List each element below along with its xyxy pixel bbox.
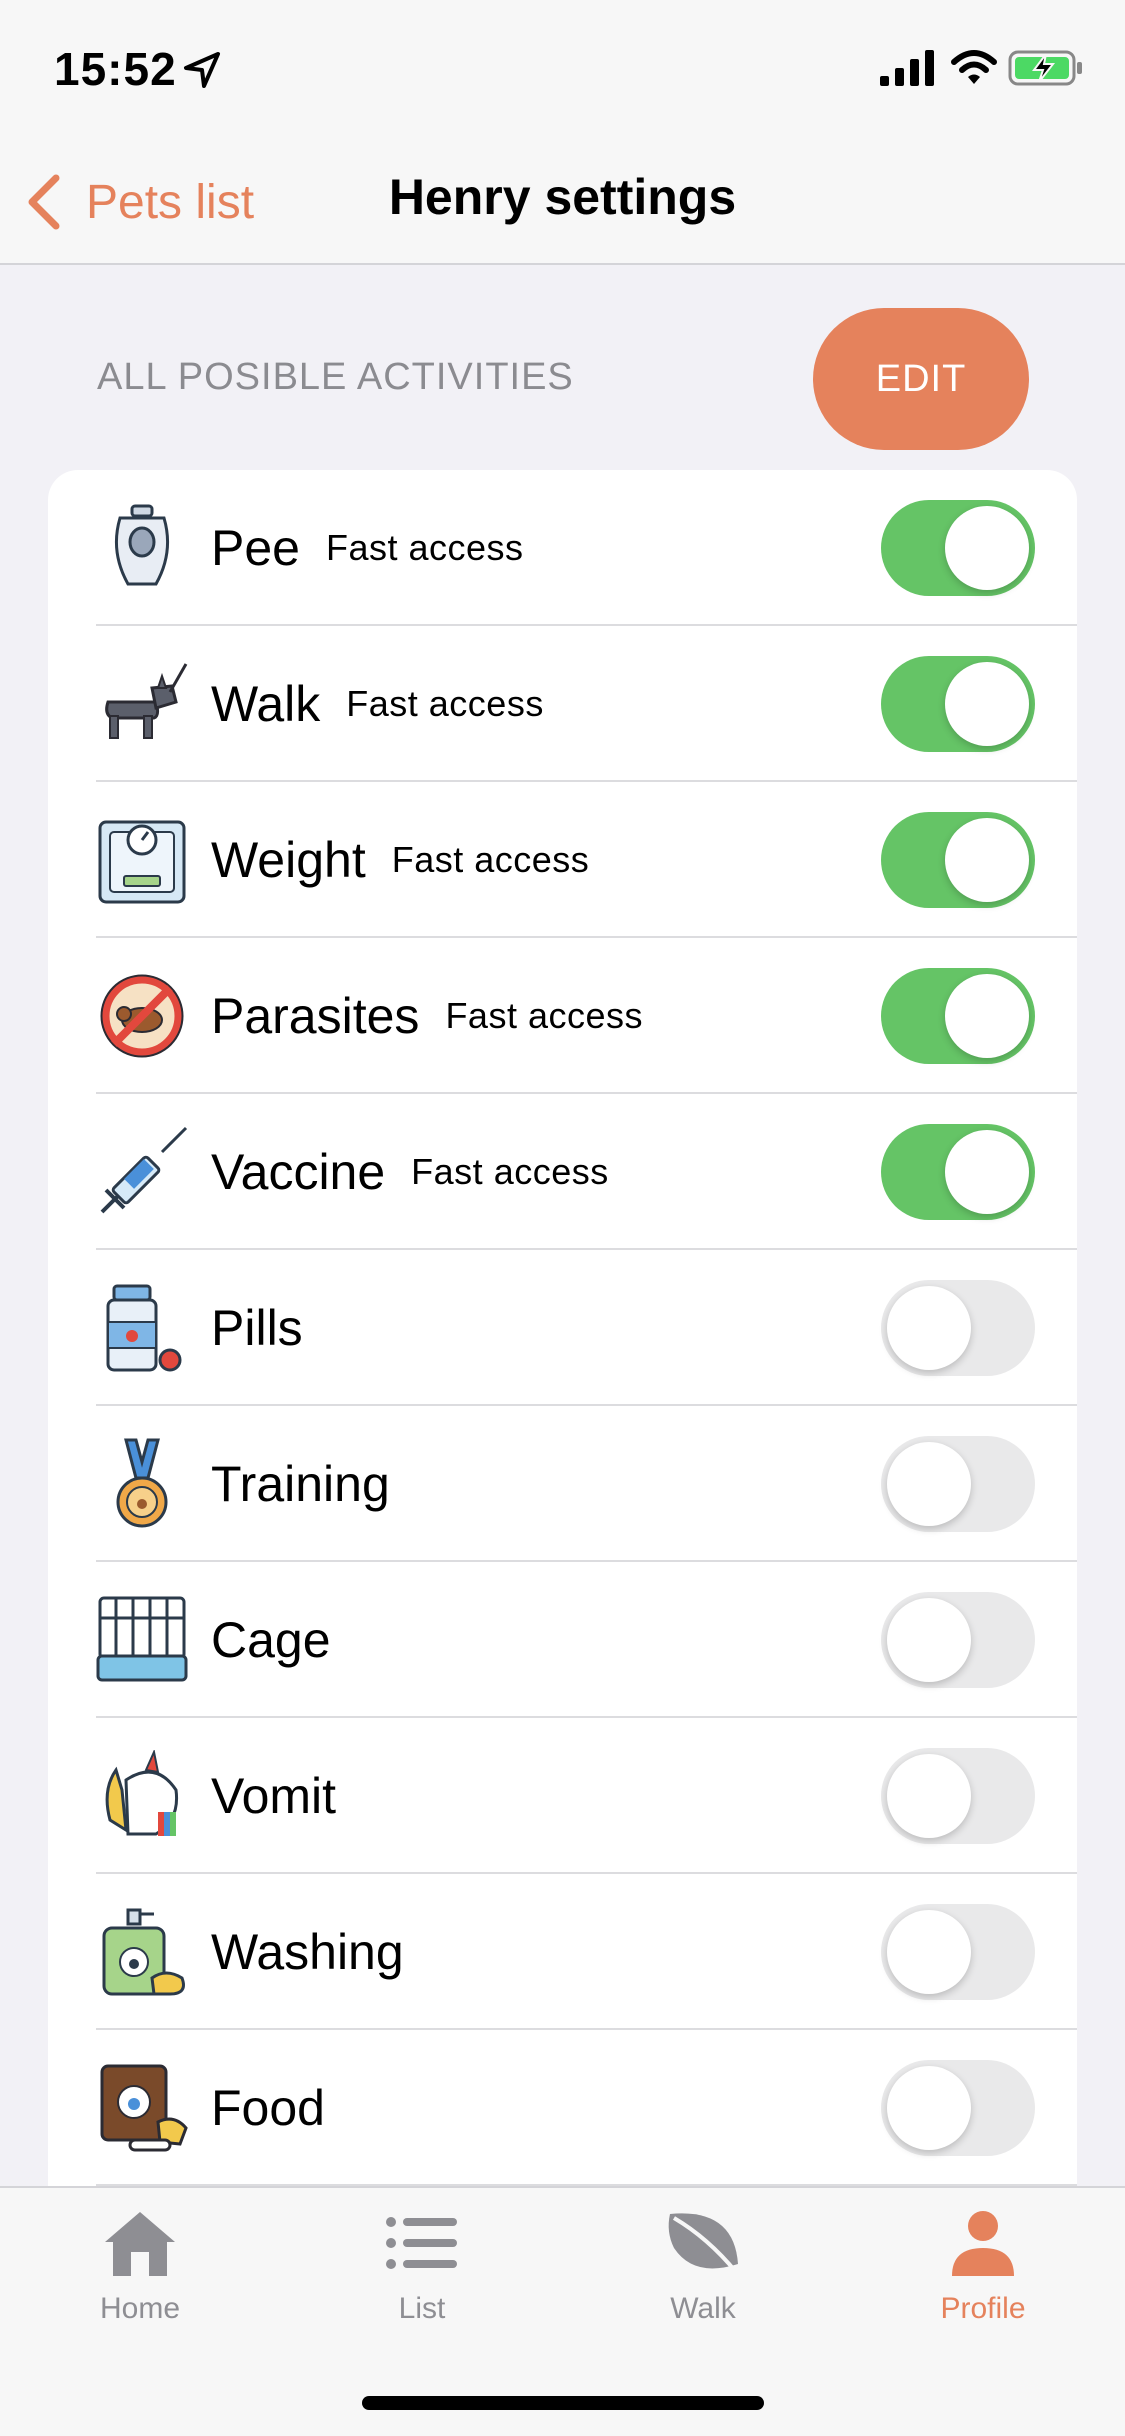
scale-icon xyxy=(98,820,186,904)
unicorn-vomit-icon xyxy=(105,1750,179,1836)
tab-label: Home xyxy=(99,2292,181,2325)
list-item: Pills xyxy=(48,1250,1077,1406)
activity-label: Vaccine xyxy=(211,1144,386,1200)
activity-label: Pills xyxy=(211,1300,303,1356)
toggle-knob xyxy=(887,1754,971,1838)
activity-toggle[interactable] xyxy=(881,1436,1035,1532)
toggle-knob xyxy=(945,1130,1029,1214)
list-item: Food xyxy=(48,2030,1077,2186)
wifi-icon xyxy=(951,50,997,84)
status-bar: 15:52 xyxy=(0,0,1125,140)
tab-walk[interactable]: Walk xyxy=(603,2208,803,2338)
activity-toggle[interactable] xyxy=(881,2060,1035,2156)
tab-label: Walk xyxy=(670,2292,736,2325)
toggle-knob xyxy=(887,1442,971,1526)
page-title: Henry settings xyxy=(388,169,737,225)
toggle-knob xyxy=(887,1910,971,1994)
toggle-knob xyxy=(887,1286,971,1370)
leaf-icon xyxy=(668,2213,738,2274)
activity-label: Walk xyxy=(211,676,321,732)
tab-label: List xyxy=(398,2292,446,2325)
activities-list: Pee Fast access Walk Fast access Weight … xyxy=(48,470,1077,2190)
activity-toggle[interactable] xyxy=(881,1904,1035,2000)
list-item: Weight Fast access xyxy=(48,782,1077,938)
list-item: Pee Fast access xyxy=(48,470,1077,626)
toggle-knob xyxy=(945,506,1029,590)
activity-toggle[interactable] xyxy=(881,968,1035,1064)
location-arrow-icon xyxy=(184,52,220,88)
list-item: Vomit xyxy=(48,1718,1077,1874)
activity-sublabel: Fast access xyxy=(391,839,590,880)
toggle-knob xyxy=(945,662,1029,746)
activity-sublabel: Fast access xyxy=(411,1151,609,1192)
activity-toggle[interactable] xyxy=(881,1748,1035,1844)
signal-icon xyxy=(880,50,934,86)
shampoo-icon xyxy=(102,1908,185,1996)
activity-sublabel: Fast access xyxy=(346,683,544,724)
activity-label: Washing xyxy=(211,1924,404,1980)
toggle-knob xyxy=(945,974,1029,1058)
activity-label: Training xyxy=(211,1456,390,1512)
dog-walk-icon xyxy=(105,663,188,739)
tab-profile[interactable]: Profile xyxy=(883,2208,1083,2338)
food-bag-icon xyxy=(100,2064,188,2152)
battery-charging-icon xyxy=(1008,50,1082,86)
activity-toggle[interactable] xyxy=(881,1124,1035,1220)
activity-sublabel: Fast access xyxy=(325,527,524,568)
toggle-knob xyxy=(887,2066,971,2150)
toggle-knob xyxy=(945,818,1029,902)
no-flea-icon xyxy=(100,974,184,1058)
home-icon xyxy=(105,2212,175,2276)
tab-label: Profile xyxy=(940,2292,1026,2325)
list-item: Washing xyxy=(48,1874,1077,2030)
tab-list[interactable]: List xyxy=(322,2208,522,2338)
list-item: Vaccine Fast access xyxy=(48,1094,1077,1250)
status-time: 15:52 xyxy=(54,43,177,95)
tab-home[interactable]: Home xyxy=(40,2208,240,2338)
syringe-icon xyxy=(100,1126,188,1214)
urinal-icon xyxy=(114,504,170,586)
activity-label: Cage xyxy=(211,1612,331,1668)
activity-label: Food xyxy=(211,2080,325,2136)
activity-sublabel: Fast access xyxy=(445,995,643,1036)
person-icon xyxy=(952,2211,1014,2276)
edit-button[interactable]: EDIT xyxy=(813,308,1029,450)
section-header: ALL POSIBLE ACTIVITIES xyxy=(97,356,574,398)
list-item: Training xyxy=(48,1406,1077,1562)
cage-icon xyxy=(96,1596,188,1682)
activity-toggle[interactable] xyxy=(881,500,1035,596)
activity-toggle[interactable] xyxy=(881,656,1035,752)
list-item: Cage xyxy=(48,1562,1077,1718)
home-indicator xyxy=(362,2396,764,2410)
list-item: Parasites Fast access xyxy=(48,938,1077,1094)
activity-label: Weight xyxy=(211,832,366,888)
activity-label: Parasites xyxy=(211,988,420,1044)
activity-toggle[interactable] xyxy=(881,1280,1035,1376)
list-item: Walk Fast access xyxy=(48,626,1077,782)
medal-icon xyxy=(116,1438,168,1528)
activity-toggle[interactable] xyxy=(881,1592,1035,1688)
activity-label: Pee xyxy=(211,520,300,576)
activity-label: Vomit xyxy=(211,1768,337,1824)
pill-bottle-icon xyxy=(106,1284,182,1372)
list-icon xyxy=(386,2217,457,2269)
activity-toggle[interactable] xyxy=(881,812,1035,908)
toggle-knob xyxy=(887,1598,971,1682)
navigation-bar: Pets list Henry settings xyxy=(0,140,1125,265)
